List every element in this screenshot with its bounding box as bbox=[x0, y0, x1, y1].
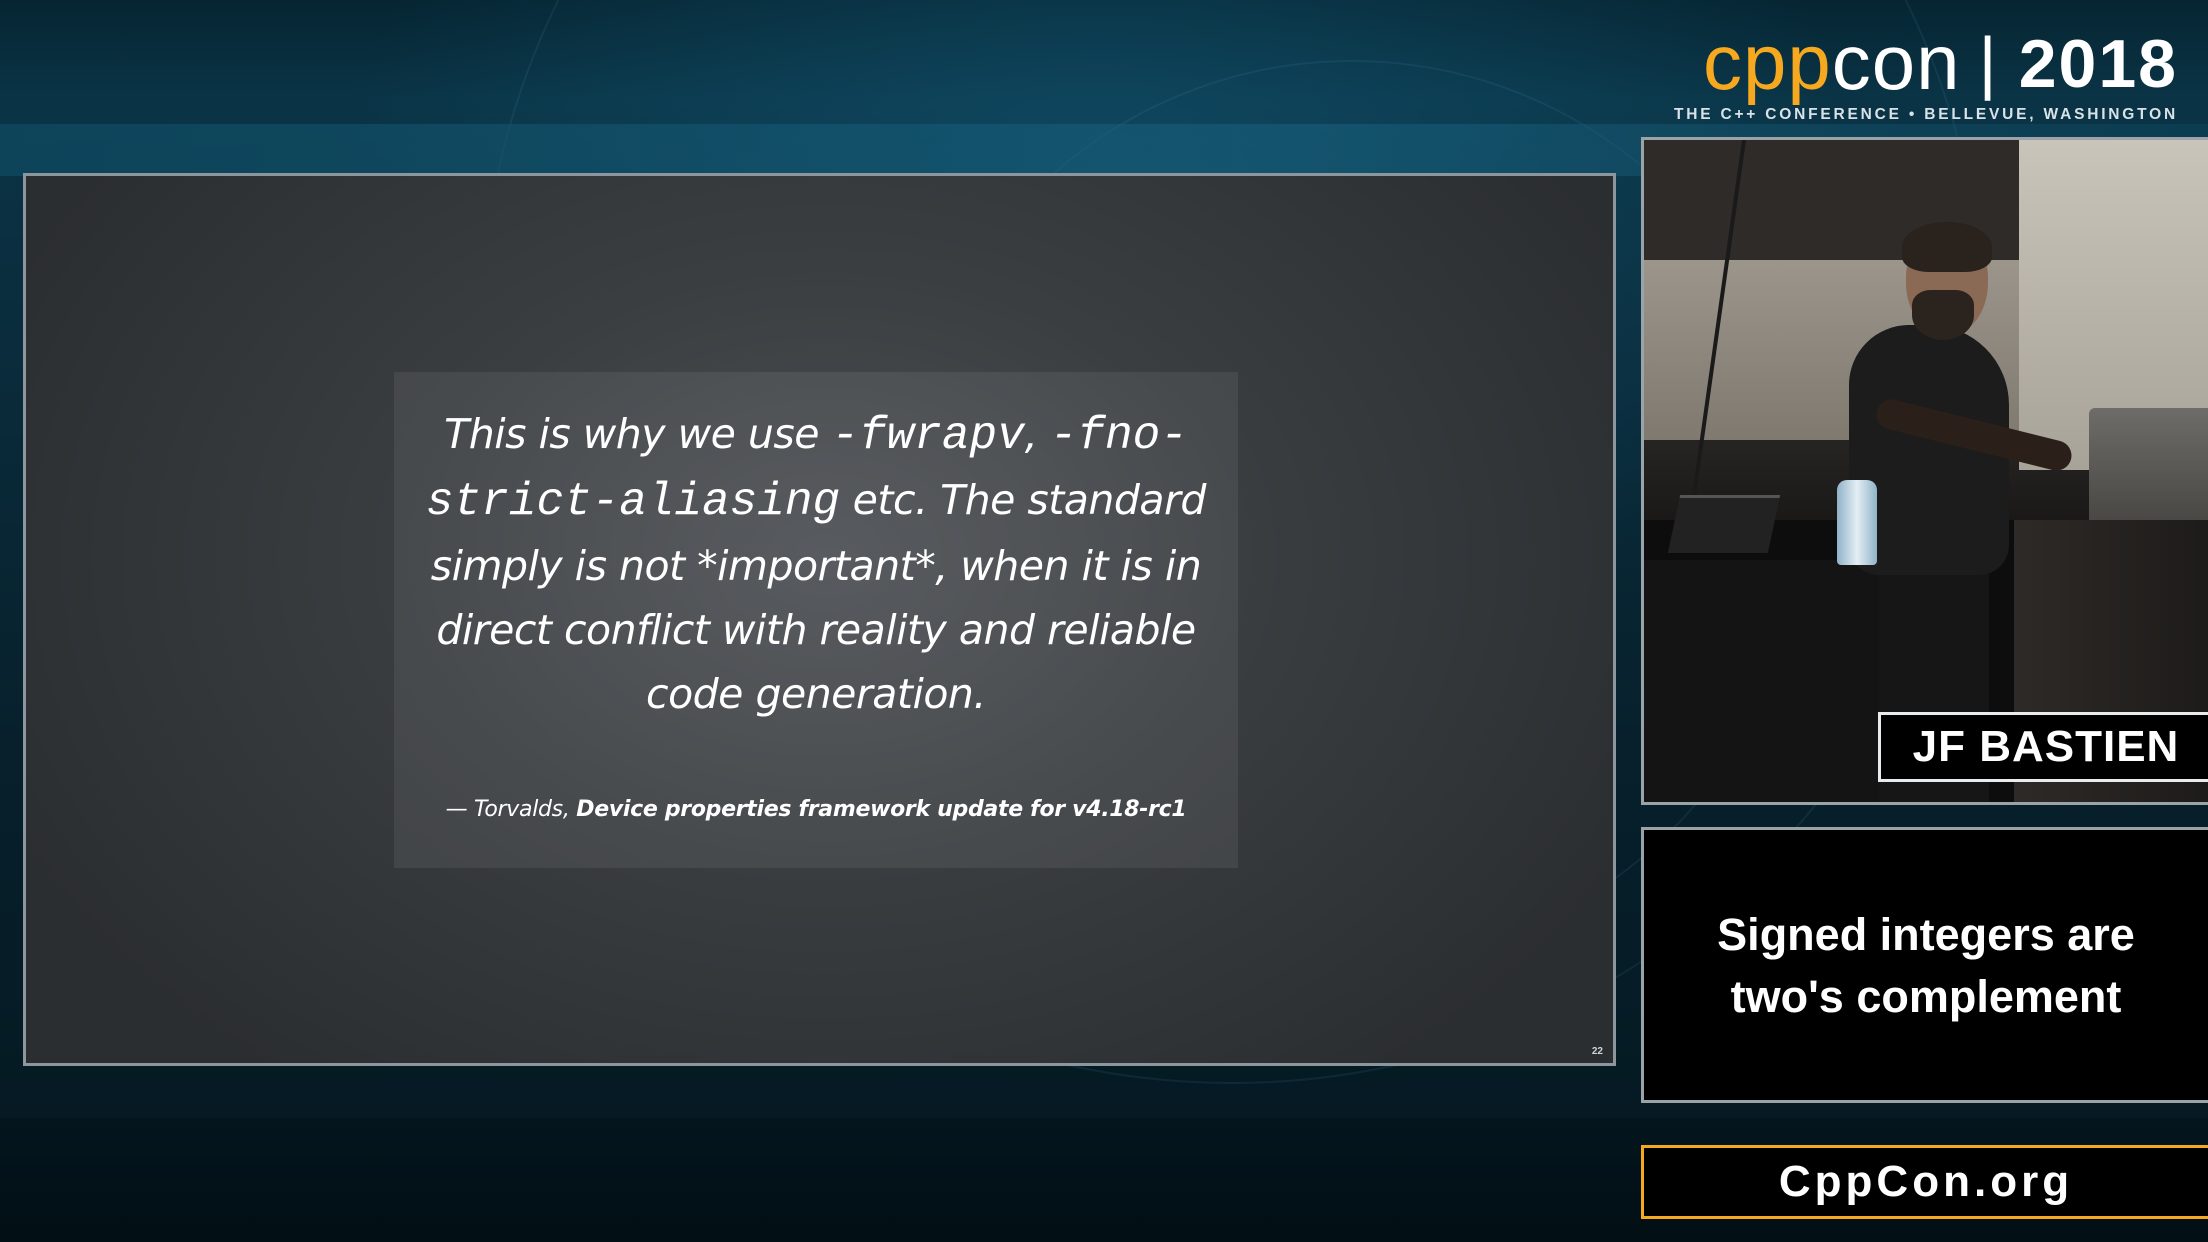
logo-separator: | bbox=[1978, 23, 1997, 101]
quote-attribution: — Torvalds, Device properties framework … bbox=[394, 797, 1238, 822]
attribution-author: — Torvalds, bbox=[445, 797, 577, 822]
talk-caption-line: Signed integers are bbox=[1717, 909, 2135, 960]
cppcon-logo: cpp con | 2018 THE C++ CONFERENCE • BELL… bbox=[1658, 14, 2178, 124]
water-bottle bbox=[1837, 480, 1877, 565]
slide-number: 22 bbox=[1591, 1046, 1603, 1057]
video-tablet bbox=[1667, 495, 1781, 553]
logo-cpp: cpp bbox=[1703, 18, 1832, 106]
speaker-video: JF BASTIEN bbox=[1641, 137, 2208, 805]
talk-caption-line: two's complement bbox=[1730, 971, 2122, 1022]
speaker-name: JF BASTIEN bbox=[1878, 712, 2208, 782]
logo-year: 2018 bbox=[2018, 26, 2178, 102]
talk-caption-box: Signed integers are two's complement bbox=[1641, 827, 2208, 1103]
talk-caption: Signed integers are two's complement bbox=[1644, 904, 2208, 1028]
logo-con: con bbox=[1831, 18, 1961, 106]
quote-fragment: , bbox=[1024, 410, 1050, 458]
quote-line: direct conflict with reality and reliabl… bbox=[436, 606, 1196, 654]
quote-line: simply is not *important*, when it is in bbox=[430, 542, 1202, 590]
attribution-title: Device properties framework update for v… bbox=[576, 797, 1187, 822]
quote-code-flag: strict-aliasing bbox=[426, 476, 841, 528]
quote-box: This is why we use -fwrapv, -fno- strict… bbox=[394, 372, 1238, 868]
video-laptop bbox=[2089, 408, 2208, 520]
logo-subtitle: THE C++ CONFERENCE • BELLEVUE, WASHINGTO… bbox=[1673, 106, 2178, 123]
website-url: CppCon.org bbox=[1641, 1145, 2208, 1219]
quote-text: This is why we use -fwrapv, -fno- strict… bbox=[394, 402, 1238, 726]
quote-code-flag: -fwrapv bbox=[831, 410, 1025, 462]
quote-code-flag: -fno- bbox=[1049, 410, 1188, 462]
quote-line: code generation. bbox=[646, 670, 986, 718]
quote-fragment: etc. The standard bbox=[840, 476, 1207, 524]
logo-wordmark: cpp con | 2018 bbox=[1703, 14, 2178, 114]
presentation-slide: This is why we use -fwrapv, -fno- strict… bbox=[23, 173, 1616, 1066]
quote-fragment: This is why we use bbox=[444, 410, 832, 458]
speaker-figure-beard bbox=[1912, 290, 1974, 340]
speaker-figure-hair bbox=[1902, 222, 1992, 272]
